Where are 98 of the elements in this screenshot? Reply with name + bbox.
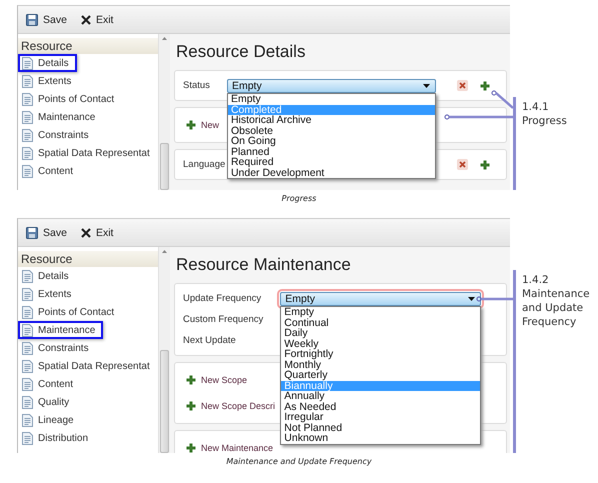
new-button[interactable]: New Maintenance bbox=[183, 435, 280, 453]
page-title: Resource Details bbox=[176, 42, 306, 62]
field-label: Custom Frequency bbox=[183, 313, 264, 327]
dropdown-option[interactable]: On Going bbox=[228, 136, 435, 146]
dropdown-option[interactable]: Continual bbox=[281, 318, 480, 328]
document-icon bbox=[22, 270, 33, 282]
dropdown-option[interactable]: Irregular bbox=[281, 412, 480, 422]
dropdown[interactable]: Empty bbox=[226, 78, 436, 92]
sidebar-item[interactable]: Extents bbox=[18, 285, 80, 303]
plus-icon[interactable] bbox=[186, 375, 196, 385]
document-icon bbox=[22, 342, 33, 354]
document-icon bbox=[22, 56, 33, 70]
sidebar-header: Resource bbox=[18, 38, 158, 54]
figure-caption: Progress bbox=[280, 194, 318, 203]
arrow-up-icon[interactable] bbox=[162, 37, 167, 40]
document-icon bbox=[22, 432, 33, 444]
document-icon bbox=[22, 92, 33, 106]
caret-icon bbox=[423, 84, 430, 88]
figure-caption: Maintenance and Update Frequency bbox=[225, 457, 373, 466]
field-label: Status bbox=[183, 79, 210, 93]
document-icon bbox=[22, 74, 33, 88]
plus-icon[interactable] bbox=[480, 80, 490, 90]
close-icon bbox=[80, 14, 91, 24]
remove-icon[interactable] bbox=[457, 80, 468, 91]
dropdown-option[interactable]: Historical Archive bbox=[228, 115, 435, 126]
exit-button[interactable]: Exit bbox=[80, 226, 114, 238]
save-icon bbox=[26, 226, 38, 238]
document-icon bbox=[22, 360, 33, 372]
dropdown-option[interactable]: Weekly bbox=[281, 338, 480, 349]
plus-icon[interactable] bbox=[186, 401, 196, 411]
dropdown-option[interactable]: Annually bbox=[281, 391, 480, 402]
plus-icon[interactable] bbox=[186, 443, 196, 453]
field-label: Language bbox=[183, 158, 226, 172]
sidebar-item[interactable]: Points of Contact bbox=[18, 90, 122, 108]
sidebar-item[interactable]: Constraints bbox=[18, 126, 97, 144]
document-icon bbox=[22, 396, 33, 408]
callout-text: Maintenance and Update Frequency bbox=[522, 287, 591, 329]
remove-icon[interactable] bbox=[457, 159, 468, 170]
document-icon bbox=[22, 324, 33, 336]
sidebar-item[interactable]: Spatial Data Representat bbox=[18, 144, 158, 162]
page-title: Resource Maintenance bbox=[176, 255, 352, 275]
sidebar-item[interactable]: Constraints bbox=[18, 339, 97, 357]
field-label: Next Update bbox=[183, 334, 237, 348]
dropdown[interactable]: Empty bbox=[280, 292, 481, 306]
save-button[interactable]: Save bbox=[26, 226, 67, 238]
document-icon bbox=[22, 110, 33, 124]
scrollbar-thumb[interactable] bbox=[160, 143, 169, 190]
new-button[interactable]: New Scope bbox=[183, 367, 254, 393]
dropdown-option[interactable]: Empty bbox=[281, 307, 480, 318]
exit-button[interactable]: Exit bbox=[80, 14, 114, 26]
sidebar-item[interactable]: Distribution bbox=[18, 429, 96, 447]
document-icon bbox=[22, 378, 33, 390]
sidebar-item[interactable]: Points of Contact bbox=[18, 303, 122, 321]
dropdown-option[interactable]: Required bbox=[228, 157, 435, 168]
sidebar-item[interactable]: Content bbox=[18, 375, 82, 393]
sidebar-item[interactable]: Details bbox=[18, 267, 77, 285]
scrollbar[interactable] bbox=[158, 247, 170, 453]
save-icon bbox=[26, 14, 38, 26]
plus-icon[interactable] bbox=[480, 160, 490, 170]
document-icon bbox=[22, 414, 33, 426]
caret-icon bbox=[468, 296, 475, 300]
dropdown-option[interactable]: Quarterly bbox=[281, 370, 480, 380]
dropdown-option[interactable]: Planned bbox=[228, 146, 435, 157]
close-icon bbox=[80, 228, 91, 238]
sidebar-item[interactable]: Details bbox=[18, 54, 77, 72]
dropdown-option[interactable]: Daily bbox=[281, 328, 480, 338]
dropdown-option[interactable]: Monthly bbox=[281, 360, 480, 370]
sidebar-item[interactable]: Spatial Data Representat bbox=[18, 357, 158, 375]
dropdown-option[interactable]: Not Planned bbox=[281, 422, 480, 433]
dropdown-option[interactable]: Obsolete bbox=[228, 126, 435, 136]
dropdown-option[interactable]: Empty bbox=[228, 94, 435, 104]
sidebar-item[interactable]: Maintenance bbox=[18, 321, 104, 339]
callout-number: 1.4.1 bbox=[522, 100, 550, 114]
sidebar-item[interactable]: Lineage bbox=[18, 411, 82, 429]
arrow-up-icon[interactable] bbox=[162, 250, 167, 253]
sidebar-item[interactable]: Maintenance bbox=[18, 108, 104, 126]
sidebar-item[interactable]: Content bbox=[18, 162, 82, 180]
document-icon bbox=[22, 306, 33, 318]
sidebar-header: Resource bbox=[18, 251, 158, 267]
scrollbar[interactable] bbox=[158, 34, 170, 190]
document-icon bbox=[22, 128, 33, 142]
callout-number: 1.4.2 bbox=[522, 273, 550, 287]
document-icon bbox=[22, 288, 33, 300]
new-button[interactable]: New Scope Descri bbox=[183, 393, 282, 419]
sidebar-item[interactable]: Quality bbox=[18, 393, 78, 411]
save-button[interactable]: Save bbox=[26, 14, 67, 26]
dropdown-option[interactable]: As Needed bbox=[281, 402, 480, 412]
dropdown-option[interactable]: Fortnightly bbox=[281, 349, 480, 360]
callout-text: Progress bbox=[522, 114, 568, 128]
document-icon bbox=[22, 164, 33, 178]
field-label: Update Frequency bbox=[183, 292, 262, 306]
scrollbar-thumb[interactable] bbox=[160, 350, 169, 453]
dropdown-option[interactable]: Unknown bbox=[281, 433, 480, 444]
plus-icon[interactable] bbox=[186, 120, 196, 130]
sidebar-item[interactable]: Extents bbox=[18, 72, 80, 90]
document-icon bbox=[22, 146, 33, 160]
new-button[interactable]: New bbox=[183, 112, 226, 138]
dropdown-option[interactable]: Under Development bbox=[228, 168, 435, 178]
